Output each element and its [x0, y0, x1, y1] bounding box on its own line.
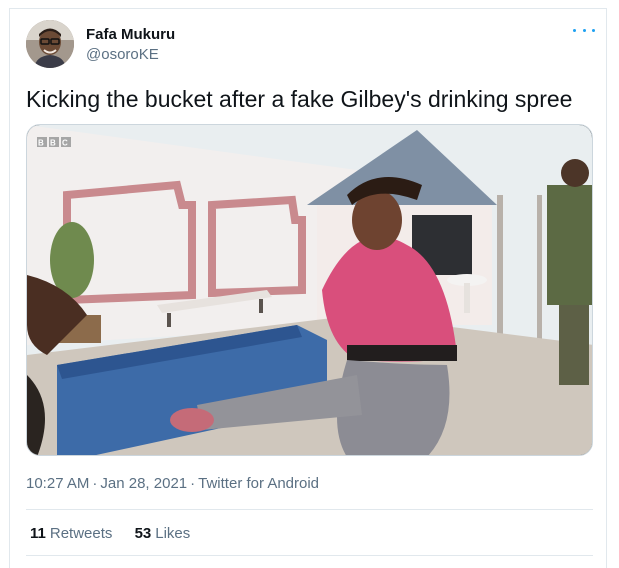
tweet-text: Kicking the bucket after a fake Gilbey's… [26, 86, 573, 112]
tweet-time[interactable]: 10:27 AM [26, 475, 89, 492]
likes-count: 53 [134, 525, 152, 542]
more-horizontal-icon[interactable] [573, 23, 595, 37]
meta-separator: · [190, 475, 196, 492]
likes-stat[interactable]: 53 Likes [135, 525, 191, 542]
author-handle[interactable]: @osoroKE [86, 46, 159, 63]
bbc-b2: B [50, 139, 56, 148]
tweet-date[interactable]: Jan 28, 2021 [100, 475, 187, 492]
retweets-count: 11 [30, 525, 46, 542]
tweet-source[interactable]: Twitter for Android [198, 475, 319, 492]
retweets-stat[interactable]: 11 Retweets [30, 525, 112, 542]
meta-separator: · [92, 475, 98, 492]
tweet-video[interactable]: B B C [26, 124, 593, 456]
bbc-b1: B [38, 139, 44, 148]
avatar-image [26, 20, 74, 68]
divider [26, 509, 593, 510]
more-dot [592, 28, 595, 32]
bbc-c: C [62, 139, 68, 148]
avatar[interactable] [26, 20, 74, 68]
retweets-label: Retweets [49, 525, 113, 542]
more-dot [573, 28, 576, 32]
engagement-stats: 11 Retweets 53 Likes [30, 525, 208, 542]
tweet-card: Fafa Mukuru @osoroKE Kicking the bucket … [9, 8, 607, 568]
video-frame: B B C [27, 125, 592, 455]
author-name[interactable]: Fafa Mukuru [86, 26, 175, 43]
likes-label: Likes [155, 525, 191, 542]
divider [26, 555, 593, 556]
tweet-meta: 10:27 AM · Jan 28, 2021 · Twitter for Androi… [26, 475, 319, 492]
more-dot [582, 28, 586, 32]
